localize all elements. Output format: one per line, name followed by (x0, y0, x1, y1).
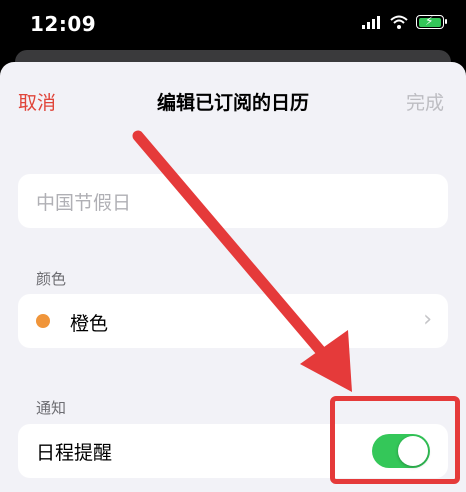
battery-charging-icon: ⚡ (416, 14, 447, 29)
page-title: 编辑已订阅的日历 (156, 92, 309, 114)
color-swatch (36, 314, 50, 328)
calendar-name-value: 中国节假日 (36, 192, 132, 214)
event-alerts-label: 日程提醒 (36, 442, 113, 464)
calendar-name-field[interactable]: 中国节假日 (18, 174, 448, 228)
status-icons: ⚡ (362, 14, 447, 29)
event-alerts-row: 日程提醒 (18, 424, 448, 478)
wifi-icon (390, 15, 408, 29)
edit-calendar-sheet: 取消 编辑已订阅的日历 完成 中国节假日 颜色 橙色 › 通知 日程提醒 (0, 62, 466, 492)
notification-section-header: 通知 (36, 399, 67, 417)
color-section-header: 颜色 (36, 270, 67, 288)
charging-bolt-icon: ⚡ (425, 14, 434, 28)
cellular-signal-icon (362, 16, 380, 29)
status-time: 12:09 (30, 12, 97, 36)
status-bar: 12:09 ⚡ (0, 0, 466, 50)
done-button[interactable]: 完成 (406, 88, 444, 115)
color-row[interactable]: 橙色 › (18, 294, 448, 348)
chevron-right-icon: › (423, 307, 432, 332)
color-name: 橙色 (70, 313, 109, 335)
toggle-knob (398, 436, 428, 466)
event-alerts-toggle[interactable] (372, 434, 430, 468)
